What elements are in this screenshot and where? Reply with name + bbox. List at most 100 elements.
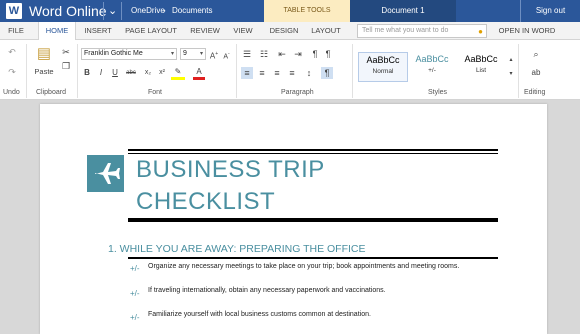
document-canvas[interactable]: BUSINESS TRIP CHECKLIST 1. WHILE YOU ARE… (0, 100, 580, 334)
styles-more-icon[interactable]: ▾ (507, 68, 515, 80)
font-size-value: 9 (183, 50, 187, 57)
tab-file[interactable]: FILE (2, 22, 30, 40)
group-label-undo: Undo (3, 89, 20, 96)
style-list[interactable]: AaBbCc List (456, 52, 506, 82)
group-label-paragraph: Paragraph (281, 89, 314, 96)
style-preview: AaBbCc (464, 54, 498, 64)
italic-button[interactable]: I (96, 67, 106, 79)
tab-insert[interactable]: INSERT (80, 22, 116, 40)
font-size-select[interactable]: 9 ▾ (180, 48, 206, 60)
styles-scroll-up-icon[interactable]: ▴ (507, 54, 515, 66)
find-icon[interactable]: ⌕ (530, 48, 542, 60)
title-line-2: CHECKLIST (136, 188, 276, 215)
list-item: Organize any necessary meetings to take … (148, 263, 460, 270)
bold-button[interactable]: B (82, 67, 92, 79)
style-preview: AaBbCc (415, 54, 449, 64)
open-in-word-button[interactable]: OPEN IN WORD (496, 22, 558, 40)
grow-font-icon[interactable]: A+ (208, 48, 220, 63)
tab-page-layout[interactable]: PAGE LAYOUT (120, 22, 182, 40)
redo-icon[interactable]: ↷ (6, 66, 18, 78)
style-name: Normal (372, 68, 394, 75)
divider (26, 44, 27, 98)
copy-icon[interactable]: ❐ (60, 60, 72, 72)
tab-layout[interactable]: LAYOUT (308, 22, 344, 40)
style-preview: AaBbCc (366, 55, 400, 65)
ribbon-tabs: FILE HOME INSERT PAGE LAYOUT REVIEW VIEW… (0, 22, 580, 41)
tab-view[interactable]: VIEW (228, 22, 258, 40)
font-color-icon[interactable]: A (193, 67, 205, 80)
underline-button[interactable]: U (110, 67, 120, 79)
group-label-styles: Styles (428, 89, 448, 96)
chevron-down-icon: ▾ (170, 51, 174, 57)
list-marker: +/- (130, 264, 140, 273)
tab-review[interactable]: REVIEW (186, 22, 224, 40)
list-marker: +/- (130, 313, 140, 322)
highlight-icon[interactable]: ✎ (171, 67, 185, 80)
airplane-icon (87, 155, 124, 192)
replace-icon[interactable]: ab (530, 67, 542, 79)
align-left-icon[interactable]: ≡ (241, 67, 253, 79)
style-normal[interactable]: AaBbCc Normal (358, 52, 408, 82)
tab-design[interactable]: DESIGN (266, 22, 302, 40)
title-line-1: BUSINESS TRIP (136, 156, 325, 183)
tab-home[interactable]: HOME (38, 22, 76, 41)
breadcrumb-onedrive[interactable]: OneDrive (131, 4, 165, 18)
style-name: List (475, 67, 487, 74)
ltr-icon[interactable]: ¶ (310, 48, 320, 60)
superscript-button[interactable]: x² (156, 67, 168, 79)
strikethrough-button[interactable]: abc (124, 67, 138, 79)
ribbon: ↶ ↷ Undo ▤ Paste ✂ ❐ Clipboard Franklin … (0, 40, 580, 100)
list-item: Familiarize yourself with local business… (148, 311, 371, 318)
group-label-font: Font (148, 89, 163, 96)
undo-icon[interactable]: ↶ (6, 46, 18, 58)
tell-me-input[interactable]: Tell me what you want to do ● (357, 24, 487, 38)
title-top-rule (128, 149, 498, 151)
paste-button[interactable]: Paste (31, 66, 57, 78)
paste-icon[interactable]: ▤ (33, 44, 55, 64)
breadcrumb-separator: › (163, 6, 166, 15)
app-name[interactable]: Word Online (29, 2, 107, 20)
divider (352, 44, 353, 98)
title-top-rule-thin (128, 153, 498, 154)
document-name[interactable]: Document 1 (350, 0, 456, 22)
justify-icon[interactable]: ≡ (286, 67, 298, 79)
font-name-value: Franklin Gothic Me (84, 50, 143, 57)
group-label-editing: Editing (524, 89, 546, 96)
divider (518, 44, 519, 98)
rtl-icon[interactable]: ¶ (323, 48, 333, 60)
table-tools-tab: TABLE TOOLS (264, 0, 350, 22)
breadcrumb-documents[interactable]: Documents (172, 4, 212, 18)
cut-icon[interactable]: ✂ (60, 46, 72, 58)
align-center-icon[interactable]: ≡ (256, 67, 268, 79)
style-name: +/- (428, 67, 436, 74)
divider (236, 44, 237, 98)
bullets-icon[interactable]: ☰ (241, 48, 253, 60)
font-name-select[interactable]: Franklin Gothic Me ▾ (81, 48, 177, 60)
word-logo-icon[interactable]: W (6, 3, 22, 19)
sign-out-link[interactable]: Sign out (520, 0, 580, 22)
subscript-button[interactable]: x₂ (142, 67, 154, 79)
style-plus-minus[interactable]: AaBbCc +/- (407, 52, 457, 82)
divider (121, 2, 122, 20)
chevron-down-icon: ▾ (199, 51, 203, 57)
increase-indent-icon[interactable]: ⇥ (292, 48, 304, 60)
heading-rule (128, 257, 498, 259)
title-bar: W Word Online ⌄ OneDrive › Documents TAB… (0, 0, 580, 22)
line-spacing-icon[interactable]: ↕ (303, 67, 315, 79)
decrease-indent-icon[interactable]: ⇤ (276, 48, 288, 60)
group-label-clipboard: Clipboard (36, 89, 66, 96)
numbering-icon[interactable]: ☷ (258, 48, 270, 60)
document-page[interactable]: BUSINESS TRIP CHECKLIST 1. WHILE YOU ARE… (40, 104, 547, 334)
list-marker: +/- (130, 289, 140, 298)
lightbulb-icon: ● (478, 27, 483, 36)
tell-me-placeholder: Tell me what you want to do (362, 27, 449, 34)
list-item: If traveling internationally, obtain any… (148, 287, 386, 294)
paragraph-marks-icon[interactable]: ¶ (321, 67, 333, 79)
shrink-font-icon[interactable]: A- (221, 48, 232, 63)
section-heading: 1. WHILE YOU ARE AWAY: PREPARING THE OFF… (108, 243, 366, 255)
divider (103, 2, 104, 20)
divider (77, 44, 78, 98)
align-right-icon[interactable]: ≡ (271, 67, 283, 79)
title-bottom-rule (128, 218, 498, 222)
chevron-down-icon[interactable]: ⌄ (108, 3, 117, 19)
